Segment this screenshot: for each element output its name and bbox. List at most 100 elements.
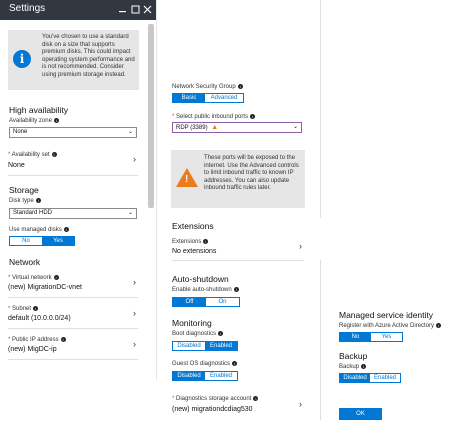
section-managed-service-identity: Managed service identity [339, 310, 434, 320]
diagnostics-storage-label: Diagnostics storage account [176, 396, 252, 403]
nsg-basic-option[interactable]: Basic [173, 94, 205, 102]
chevron-down-icon: ⌄ [292, 124, 298, 130]
info-text: You've chosen to use a standard disk on … [42, 34, 135, 78]
minimize-icon[interactable] [118, 5, 127, 14]
info-dot-icon: i [218, 331, 224, 336]
subnet-label: Subnet [12, 306, 32, 313]
info-dot-icon: i [436, 323, 442, 328]
virtual-network-row[interactable]: * Virtual network i (new) MigrationDC-vne… [8, 272, 138, 298]
blade-title: Settings [9, 3, 46, 14]
virtual-network-value: (new) MigrationDC-vnet [8, 284, 82, 291]
backup-label: Backup i [339, 364, 367, 370]
boot-diagnostics-enabled-option[interactable]: Enabled [205, 342, 237, 350]
backup-disabled-option[interactable]: Disabled [340, 374, 370, 382]
info-dot-icon: i [237, 84, 243, 89]
extensions-label: Extensions [172, 239, 202, 246]
availability-set-row[interactable]: * Availability set i None › [8, 150, 138, 176]
managed-disks-no-option[interactable]: No [10, 237, 42, 245]
managed-disks-yes-option[interactable]: Yes [42, 237, 74, 245]
auto-shutdown-on-option[interactable]: On [206, 298, 239, 306]
section-auto-shutdown: Auto-shutdown [172, 274, 229, 284]
info-dot-icon: i [250, 114, 256, 119]
scrollbar[interactable] [148, 24, 154, 208]
managed-disks-toggle[interactable]: No Yes [9, 236, 75, 246]
managed-disks-label: Use managed disks i [9, 227, 69, 233]
auto-shutdown-toggle[interactable]: Off On [172, 297, 240, 307]
virtual-network-label: Virtual network [12, 275, 52, 282]
section-monitoring: Monitoring [172, 318, 212, 328]
public-ip-label: Public IP address [12, 337, 59, 344]
subnet-row[interactable]: * Subnet i default (10.0.0.0/24) › [8, 303, 138, 329]
warning-icon: ▲ [211, 124, 219, 131]
guest-os-diagnostics-toggle[interactable]: Disabled Enabled [172, 371, 238, 381]
info-dot-icon: i [63, 227, 69, 232]
section-high-availability: High availability [9, 105, 69, 115]
premium-disk-info-box: i You've chosen to use a standard disk o… [8, 30, 139, 90]
ok-button[interactable]: OK [339, 408, 382, 420]
info-dot-icon: i [361, 364, 367, 369]
section-storage: Storage [9, 185, 39, 195]
availability-zone-select[interactable]: None ⌄ [9, 127, 137, 138]
chevron-right-icon: › [299, 399, 302, 409]
inbound-ports-warning-box: ! These ports will be exposed to the int… [171, 150, 305, 208]
info-dot-icon: i [33, 306, 39, 311]
nsg-label: Network Security Group i [172, 84, 243, 90]
extensions-value: No extensions [172, 248, 217, 255]
chevron-right-icon: › [133, 154, 136, 164]
diagnostics-storage-value: (new) migrationdcdiag530 [172, 406, 253, 413]
boot-diagnostics-label: Boot diagnostics i [172, 331, 224, 337]
boot-diagnostics-toggle[interactable]: Disabled Enabled [172, 341, 238, 351]
msi-yes-option[interactable]: Yes [371, 333, 402, 341]
info-dot-icon: i [232, 361, 238, 366]
diagnostics-storage-row[interactable]: * Diagnostics storage account i (new) mig… [172, 394, 304, 420]
backup-toggle[interactable]: Disabled Enabled [339, 373, 401, 383]
inbound-ports-select[interactable]: RDP (3389) ▲ ⌄ [172, 122, 302, 133]
nsg-toggle[interactable]: Basic Advanced [172, 93, 244, 103]
chevron-down-icon: ⌄ [127, 129, 133, 135]
chevron-right-icon: › [133, 308, 136, 318]
chevron-down-icon: ⌄ [127, 210, 133, 216]
disk-type-label: Disk type i [9, 198, 41, 204]
info-dot-icon: i [53, 275, 59, 280]
column-divider [320, 260, 321, 420]
msi-label: Register with Azure Active Directory i [339, 323, 442, 329]
boot-diagnostics-disabled-option[interactable]: Disabled [173, 342, 205, 350]
msi-no-option[interactable]: No [340, 333, 371, 341]
info-icon: i [13, 50, 31, 68]
maximize-icon[interactable] [131, 5, 140, 14]
disk-type-select[interactable]: Standard HDD ⌄ [9, 208, 137, 219]
auto-shutdown-off-option[interactable]: Off [173, 298, 206, 306]
blade-header: Settings [0, 0, 156, 20]
warning-text: These ports will be exposed to the inter… [204, 155, 299, 191]
nsg-advanced-option[interactable]: Advanced [205, 94, 243, 102]
settings-blade: Settings i You've chosen to use a standa… [0, 0, 157, 380]
chevron-right-icon: › [133, 339, 136, 349]
guest-os-diagnostics-label: Guest OS diagnostics i [172, 361, 238, 367]
availability-zone-label: Availability zone i [9, 118, 59, 124]
info-dot-icon: i [233, 287, 239, 292]
section-extensions: Extensions [172, 221, 214, 231]
inbound-ports-label: * Select public inbound ports i [172, 114, 256, 120]
close-icon[interactable] [143, 5, 152, 14]
public-ip-value: (new) MigDC-ip [8, 346, 57, 353]
info-dot-icon: i [51, 152, 57, 157]
info-dot-icon: i [203, 239, 209, 244]
availability-set-label: Availability set [11, 152, 50, 159]
auto-shutdown-label: Enable auto-shutdown i [172, 287, 239, 293]
section-backup: Backup [339, 351, 368, 361]
chevron-right-icon: › [133, 277, 136, 287]
extensions-row[interactable]: Extensions i No extensions › [172, 237, 304, 261]
info-dot-icon: i [35, 198, 41, 203]
section-network: Network [9, 257, 41, 267]
backup-enabled-option[interactable]: Enabled [370, 374, 400, 382]
column-divider [320, 0, 321, 218]
info-dot-icon: i [253, 396, 259, 401]
guest-os-diagnostics-enabled-option[interactable]: Enabled [205, 372, 237, 380]
guest-os-diagnostics-disabled-option[interactable]: Disabled [173, 372, 205, 380]
info-dot-icon: i [53, 118, 59, 123]
chevron-right-icon: › [299, 241, 302, 251]
public-ip-row[interactable]: * Public IP address i (new) MigDC-ip › [8, 334, 138, 360]
info-dot-icon: i [60, 337, 66, 342]
msi-toggle[interactable]: No Yes [339, 332, 403, 342]
subnet-value: default (10.0.0.0/24) [8, 315, 71, 322]
